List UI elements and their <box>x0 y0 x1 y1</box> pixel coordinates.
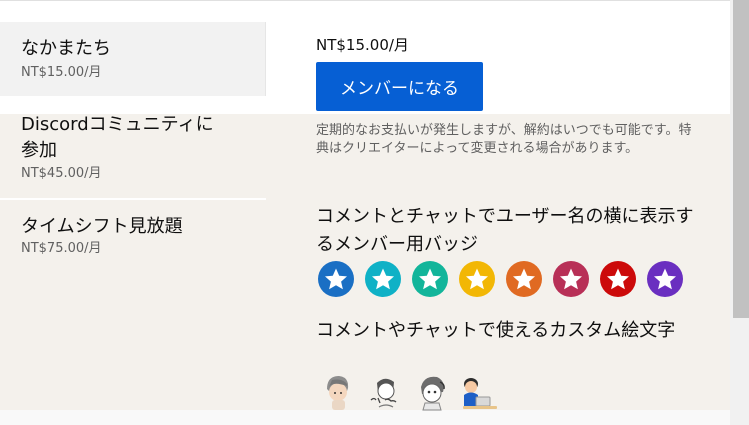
selected-tier-price: NT$15.00/月 <box>316 36 409 54</box>
member-badge-star-icon <box>459 261 495 297</box>
star-icon <box>419 268 441 290</box>
member-badge-star-icon <box>506 261 542 297</box>
tier-item-discord[interactable]: Discordコミュニティに 参加 NT$45.00/月 <box>0 98 266 198</box>
star-icon <box>372 268 394 290</box>
emoji-panic-person-icon <box>421 376 445 411</box>
tier-price: NT$15.00/月 <box>21 65 102 80</box>
member-badge-star-icon <box>365 261 401 297</box>
join-button[interactable]: メンバーになる <box>316 62 483 111</box>
tier-item-timeshift[interactable]: タイムシフト見放題 NT$75.00/月 <box>0 200 266 270</box>
member-badge-star-icon <box>318 261 354 297</box>
member-badge-star-icon <box>553 261 589 297</box>
emoji-hai-person-icon <box>370 378 397 408</box>
star-icon <box>513 268 535 290</box>
star-icon <box>325 268 347 290</box>
emoji-laptop-person-icon <box>463 378 497 409</box>
tier-name: タイムシフト見放題 <box>21 216 183 237</box>
member-badge-star-icon <box>412 261 448 297</box>
emoji-perk-title: コメントやチャットで使えるカスタム絵文字 <box>316 320 676 341</box>
emoji-thinking-person-icon <box>327 376 349 410</box>
scrollbar-thumb[interactable] <box>733 0 749 318</box>
billing-disclaimer: 定期的なお支払いが発生しますが、解約はいつでも可能です。特典はクリエイターによっ… <box>316 123 692 156</box>
star-icon <box>607 268 629 290</box>
star-icon <box>560 268 582 290</box>
tier-price: NT$75.00/月 <box>21 241 102 256</box>
star-icon <box>466 268 488 290</box>
tier-price: NT$45.00/月 <box>21 166 102 181</box>
star-icon <box>654 268 676 290</box>
tier-name: なかまたち <box>21 38 111 59</box>
membership-dialog: なかまたち NT$15.00/月 Discordコミュニティに 参加 NT$45… <box>0 0 749 425</box>
badges-perk-title: コメントとチャットでユーザー名の横に表示するメンバー用バッジ <box>316 206 694 255</box>
top-divider <box>0 0 730 1</box>
member-badge-star-icon <box>600 261 636 297</box>
tier-item-nakamatachi[interactable]: なかまたち NT$15.00/月 <box>0 22 266 96</box>
member-badge-star-icon <box>647 261 683 297</box>
tier-name-line2: 参加 <box>21 140 57 161</box>
